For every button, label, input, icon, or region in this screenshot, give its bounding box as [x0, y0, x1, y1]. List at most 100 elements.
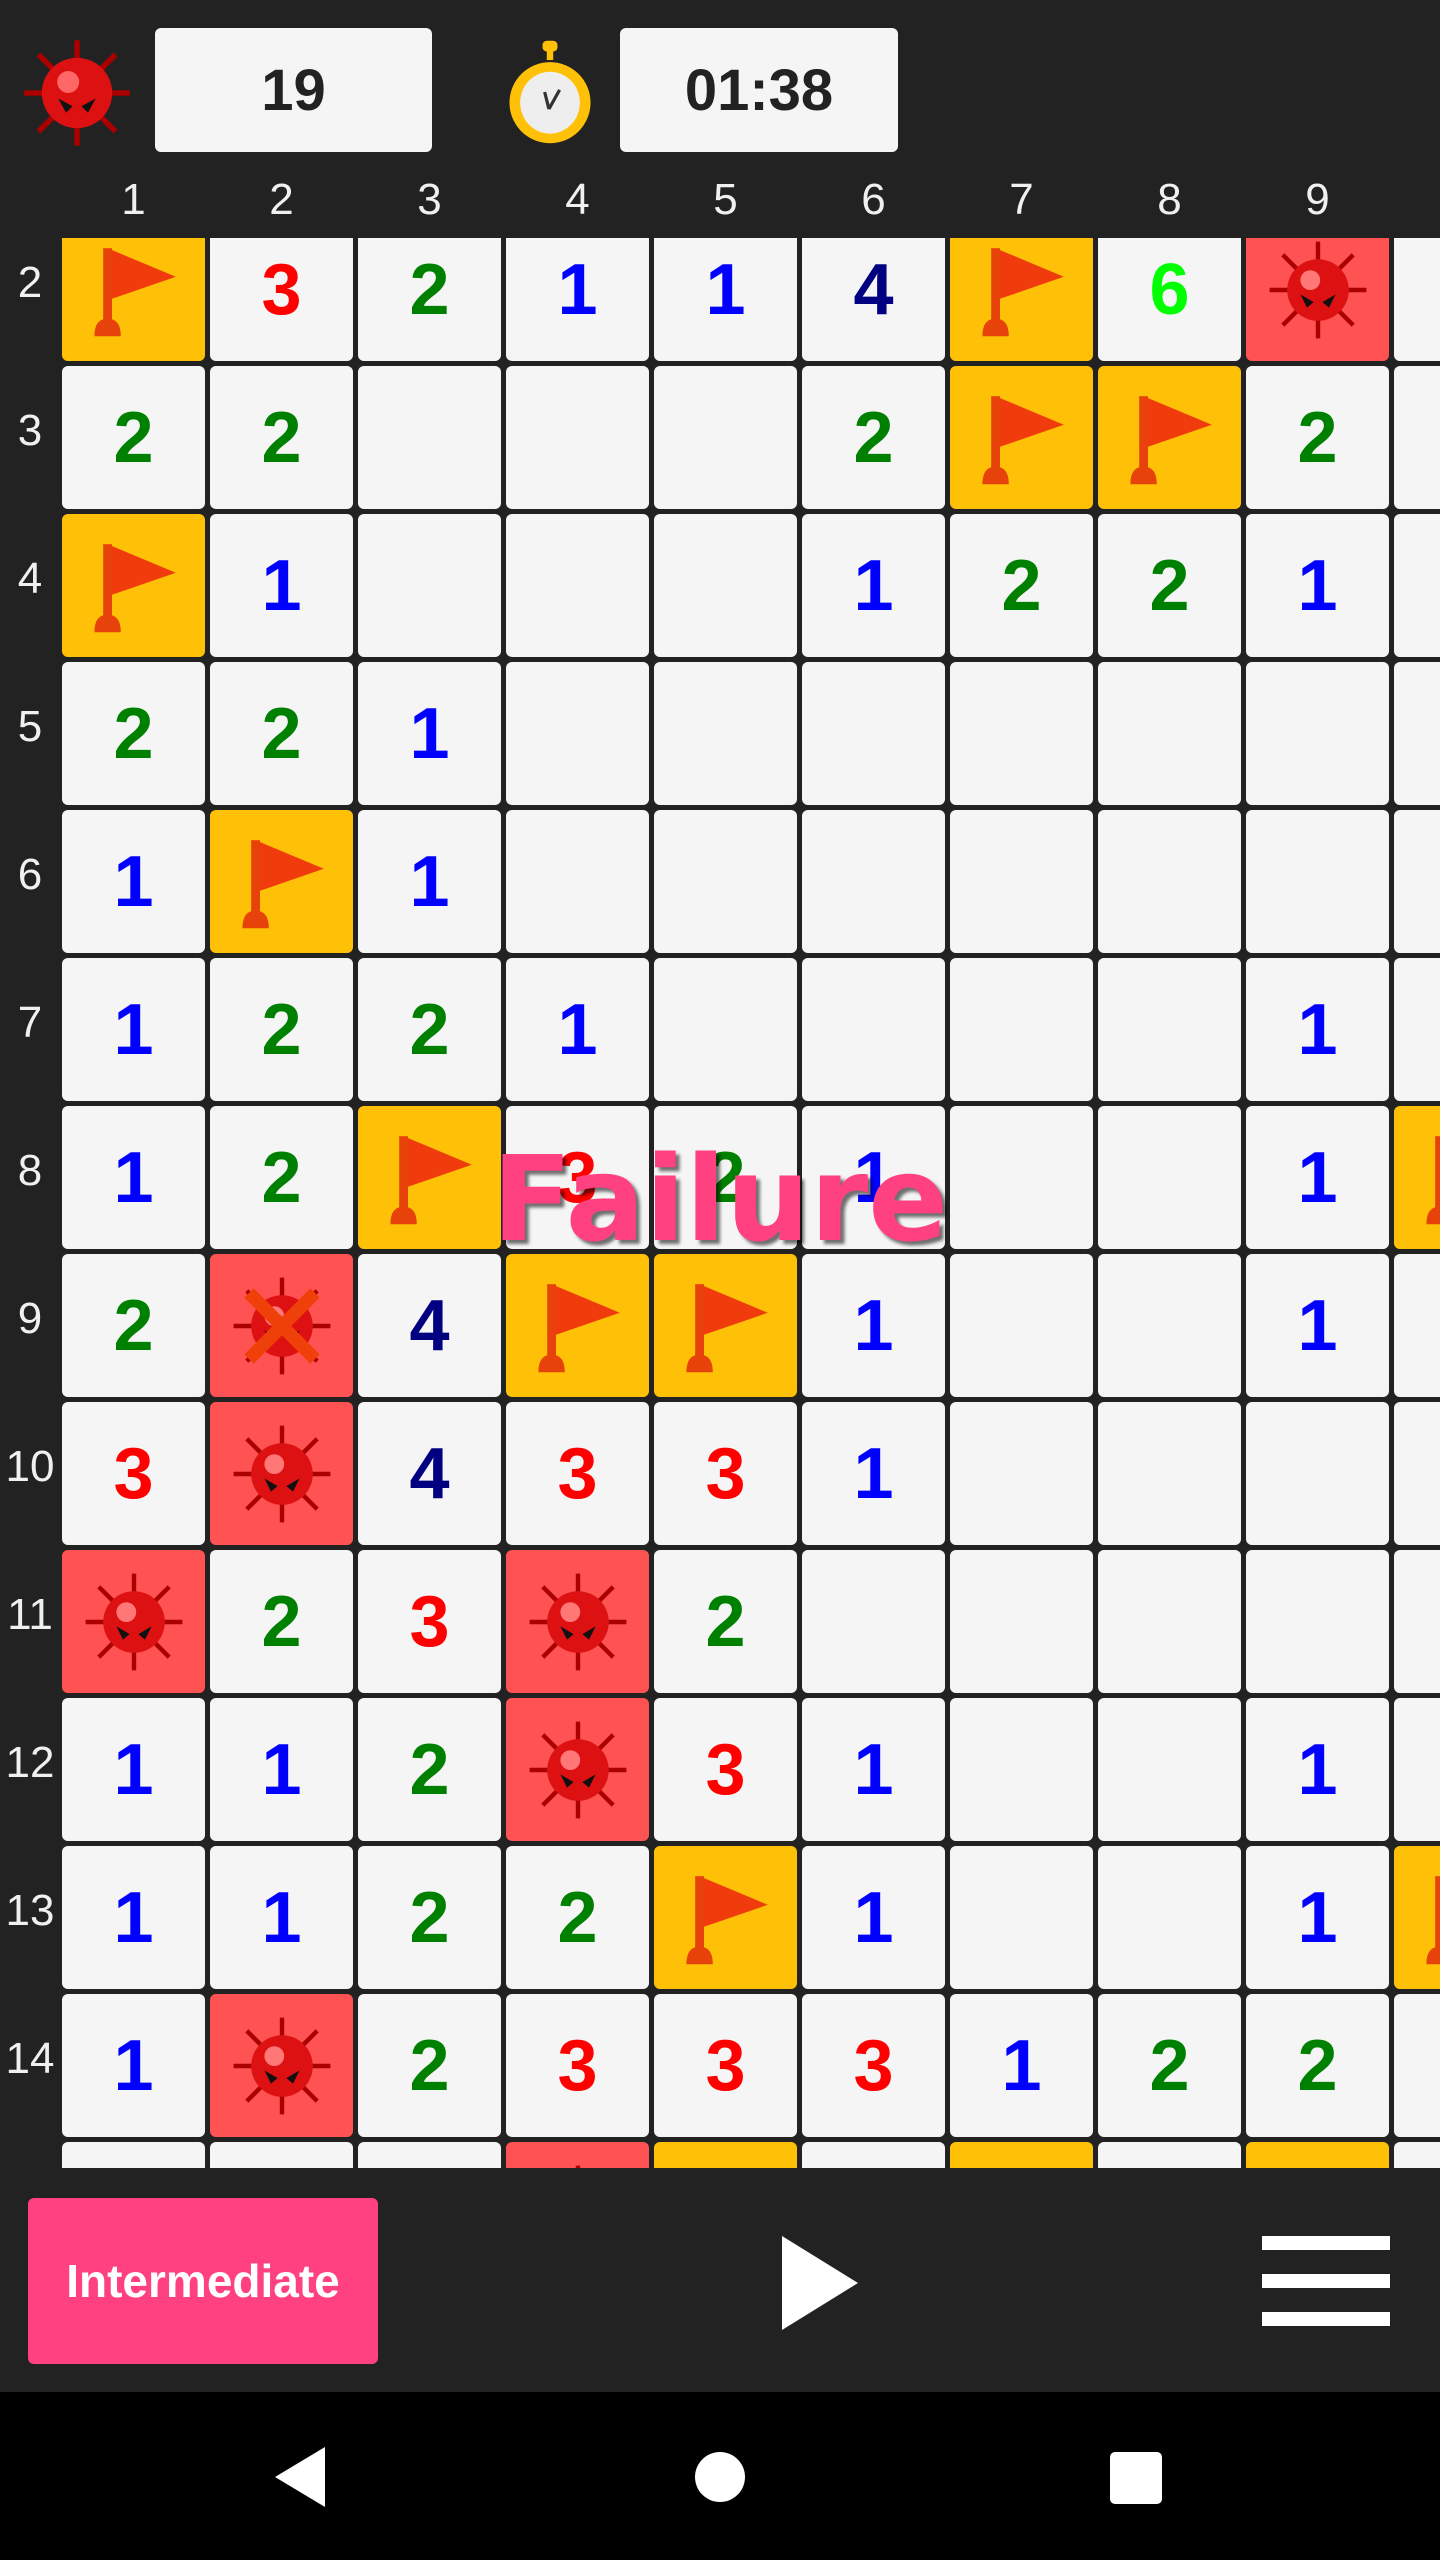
cell-number[interactable]: 2	[210, 958, 353, 1101]
cell-number[interactable]: 2	[1246, 366, 1389, 509]
cell-number[interactable]: 1	[62, 810, 205, 953]
cell-empty[interactable]	[654, 662, 797, 805]
cell-number[interactable]: 3	[62, 1402, 205, 1545]
cell-mine[interactable]	[506, 1698, 649, 1841]
cell-empty[interactable]	[1394, 1254, 1440, 1397]
cell-empty[interactable]	[654, 810, 797, 953]
cell-flagged[interactable]	[210, 810, 353, 953]
cell-number[interactable]: 1	[210, 514, 353, 657]
cell-number[interactable]: 2	[62, 1254, 205, 1397]
cell-empty[interactable]	[950, 958, 1093, 1101]
cell-number[interactable]: 1	[802, 1402, 945, 1545]
cell-empty[interactable]	[1098, 1698, 1241, 1841]
cell-number[interactable]: 2	[210, 1550, 353, 1693]
cell-empty[interactable]	[1098, 1106, 1241, 1249]
cell-empty[interactable]	[1098, 1846, 1241, 1989]
cell-flagged[interactable]	[358, 1106, 501, 1249]
cell-number[interactable]: 2	[210, 1106, 353, 1249]
cell-empty[interactable]	[950, 1550, 1093, 1693]
cell-empty[interactable]	[1246, 1402, 1389, 1545]
cell-empty[interactable]	[1098, 662, 1241, 805]
menu-icon[interactable]	[1262, 2236, 1390, 2326]
cell-number[interactable]: 1	[950, 1994, 1093, 2137]
cell-empty[interactable]	[1098, 2142, 1241, 2168]
cell-number[interactable]: 2	[506, 1846, 649, 1989]
cell-number[interactable]: 1	[358, 810, 501, 953]
cell-number[interactable]: 1	[654, 238, 797, 361]
cell-empty[interactable]	[802, 2142, 945, 2168]
cell-number[interactable]: 3	[506, 1994, 649, 2137]
difficulty-button[interactable]: Intermediate	[28, 2198, 378, 2364]
cell-flagged[interactable]	[506, 1254, 649, 1397]
cell-number[interactable]: 1	[62, 1994, 205, 2137]
cell-number[interactable]: 1	[802, 1846, 945, 1989]
cell-number[interactable]: 2	[654, 1550, 797, 1693]
cell-number[interactable]: 2	[802, 366, 945, 509]
cell-flagged[interactable]	[1394, 1106, 1440, 1249]
cell-empty[interactable]	[1098, 810, 1241, 953]
cell-mine[interactable]	[62, 1550, 205, 1693]
cell-empty[interactable]	[1394, 1698, 1440, 1841]
cell-number[interactable]: 1	[1246, 1698, 1389, 1841]
cell-mine[interactable]	[506, 1550, 649, 1693]
cell-empty[interactable]	[358, 366, 501, 509]
cell-number[interactable]: 2	[210, 366, 353, 509]
cell-empty[interactable]	[358, 514, 501, 657]
cell-number[interactable]: 2	[62, 366, 205, 509]
cell-empty[interactable]	[1394, 1550, 1440, 1693]
cell-empty[interactable]	[802, 810, 945, 953]
cell-number[interactable]: 2	[358, 238, 501, 361]
cell-flagged[interactable]	[654, 1846, 797, 1989]
cell-empty[interactable]	[1394, 366, 1440, 509]
cell-empty[interactable]	[1394, 810, 1440, 953]
cell-number[interactable]: 1	[802, 514, 945, 657]
cell-number[interactable]: 4	[358, 1254, 501, 1397]
cell-flagged[interactable]	[62, 238, 205, 361]
cell-empty[interactable]	[1394, 238, 1440, 361]
cell-mine[interactable]	[506, 2142, 649, 2168]
cell-number[interactable]: 2	[358, 1698, 501, 1841]
cell-wrong-flag[interactable]	[210, 1254, 353, 1397]
cell-number[interactable]: 1	[802, 1106, 945, 1249]
cell-empty[interactable]	[1098, 1254, 1241, 1397]
cell-number[interactable]: 2	[1246, 1994, 1389, 2137]
cell-empty[interactable]	[358, 2142, 501, 2168]
cell-number[interactable]: 4	[802, 238, 945, 361]
cell-number[interactable]: 1	[506, 958, 649, 1101]
cell-number[interactable]: 3	[654, 1994, 797, 2137]
cell-number[interactable]: 6	[1098, 238, 1241, 361]
back-icon[interactable]	[255, 2432, 345, 2522]
cell-number[interactable]: 1	[1246, 1846, 1389, 1989]
cell-empty[interactable]	[1394, 514, 1440, 657]
cell-empty[interactable]	[802, 1550, 945, 1693]
cell-empty[interactable]	[950, 1698, 1093, 1841]
play-icon[interactable]	[770, 2228, 880, 2338]
cell-empty[interactable]	[950, 810, 1093, 953]
cell-number[interactable]: 1	[802, 1698, 945, 1841]
cell-number[interactable]: 1	[62, 1106, 205, 1249]
cell-empty[interactable]	[506, 662, 649, 805]
cell-empty[interactable]	[950, 1254, 1093, 1397]
cell-empty[interactable]	[1246, 810, 1389, 953]
cell-mine[interactable]	[210, 1994, 353, 2137]
cell-empty[interactable]	[1394, 662, 1440, 805]
cell-empty[interactable]	[1394, 958, 1440, 1101]
cell-empty[interactable]	[1098, 1550, 1241, 1693]
cell-empty[interactable]	[62, 2142, 205, 2168]
cell-empty[interactable]	[1098, 1402, 1241, 1545]
cell-flagged[interactable]	[1098, 366, 1241, 509]
cell-number[interactable]: 2	[1098, 1994, 1241, 2137]
cell-mine[interactable]	[1246, 238, 1389, 361]
cell-empty[interactable]	[1394, 1402, 1440, 1545]
cell-flagged[interactable]	[950, 366, 1093, 509]
cell-flagged[interactable]	[1246, 2142, 1389, 2168]
cell-number[interactable]: 3	[506, 1106, 649, 1249]
cell-number[interactable]: 1	[62, 1846, 205, 1989]
cell-number[interactable]: 1	[1246, 514, 1389, 657]
cell-number[interactable]: 2	[210, 662, 353, 805]
cell-flagged[interactable]	[62, 514, 205, 657]
cell-empty[interactable]	[950, 1846, 1093, 1989]
cell-number[interactable]: 1	[1246, 1254, 1389, 1397]
cell-empty[interactable]	[802, 662, 945, 805]
cell-number[interactable]: 3	[654, 1698, 797, 1841]
